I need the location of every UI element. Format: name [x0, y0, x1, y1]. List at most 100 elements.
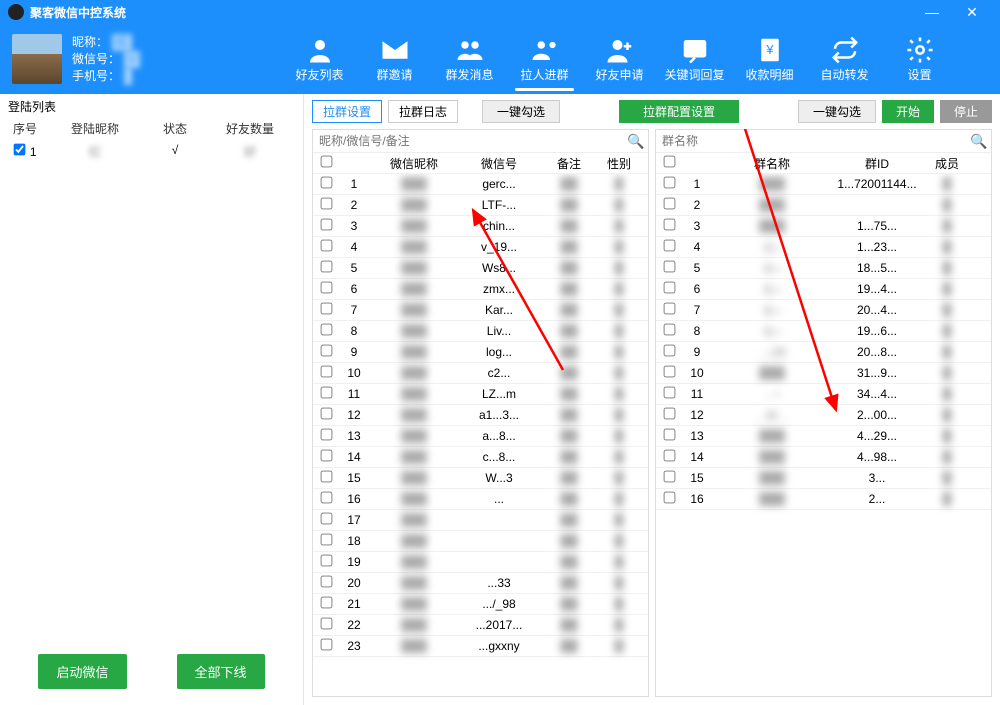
row-checkbox[interactable]	[663, 429, 675, 441]
row-checkbox[interactable]	[320, 639, 332, 651]
table-row[interactable]: 12...鲜...2...00...█	[656, 405, 991, 426]
row-checkbox[interactable]	[320, 408, 332, 420]
table-row[interactable]: 22███...2017...███	[313, 615, 648, 636]
row-checkbox[interactable]	[320, 261, 332, 273]
row-checkbox[interactable]	[663, 492, 675, 504]
table-row[interactable]: 9...1群20...8...█	[656, 342, 991, 363]
tab-group-config[interactable]: 拉群设置	[312, 100, 382, 123]
table-row[interactable]: 8名>19...6...█	[656, 321, 991, 342]
row-checkbox[interactable]	[663, 303, 675, 315]
table-row[interactable]: 10███31...9...█	[656, 363, 991, 384]
row-checkbox[interactable]	[320, 534, 332, 546]
table-row[interactable]: 15███W...3███	[313, 468, 648, 489]
row-checkbox[interactable]	[663, 387, 675, 399]
table-row[interactable]: 16███2...█	[656, 489, 991, 510]
table-row[interactable]: 21███.../_98███	[313, 594, 648, 615]
check-all-right-button[interactable]: 一键勾选	[798, 100, 876, 123]
row-checkbox[interactable]	[663, 471, 675, 483]
row-checkbox[interactable]	[320, 492, 332, 504]
check-all-left-button[interactable]: 一键勾选	[482, 100, 560, 123]
table-row[interactable]: 1███1...72001144...█	[656, 174, 991, 195]
nav-settings[interactable]: 设置	[882, 30, 957, 89]
nav-mass-message[interactable]: 群发消息	[432, 30, 507, 89]
groups-select-all[interactable]	[663, 156, 675, 168]
table-row[interactable]: 14███4...98...█	[656, 447, 991, 468]
table-row[interactable]: 13███a...8...███	[313, 426, 648, 447]
table-row[interactable]: 14███c...8...███	[313, 447, 648, 468]
table-row[interactable]: 8███Liv...███	[313, 321, 648, 342]
row-checkbox[interactable]	[320, 513, 332, 525]
table-row[interactable]: 18██████	[313, 531, 648, 552]
row-checkbox[interactable]	[320, 618, 332, 630]
group-config-settings-button[interactable]: 拉群配置设置	[619, 100, 739, 123]
nav-group-invite[interactable]: 群邀请	[357, 30, 432, 89]
table-row[interactable]: 7名>20...4...█	[656, 300, 991, 321]
table-row[interactable]: 4名>1...23...█	[656, 237, 991, 258]
friends-search-input[interactable]	[313, 130, 624, 152]
row-checkbox[interactable]	[320, 429, 332, 441]
table-row[interactable]: 6名>19...4...█	[656, 279, 991, 300]
row-checkbox[interactable]	[320, 555, 332, 567]
all-offline-button[interactable]: 全部下线	[177, 654, 265, 689]
row-checkbox[interactable]	[663, 366, 675, 378]
table-row[interactable]: 4███v_19...███	[313, 237, 648, 258]
row-checkbox[interactable]	[320, 219, 332, 231]
start-button[interactable]: 开始	[882, 100, 934, 123]
table-row[interactable]: 10███c2...███	[313, 363, 648, 384]
nav-payment-detail[interactable]: ¥收款明细	[732, 30, 807, 89]
table-row[interactable]: 17██████	[313, 510, 648, 531]
nav-friend-request[interactable]: 好友申请	[582, 30, 657, 89]
table-row[interactable]: 13███4...29...█	[656, 426, 991, 447]
row-checkbox[interactable]	[320, 471, 332, 483]
table-row[interactable]: 3███1...75...█	[656, 216, 991, 237]
search-icon[interactable]: 🔍	[967, 133, 991, 150]
table-row[interactable]: 11███LZ...m███	[313, 384, 648, 405]
row-checkbox[interactable]	[320, 198, 332, 210]
groups-search-input[interactable]	[656, 130, 967, 152]
table-row[interactable]: 7███Kar...███	[313, 300, 648, 321]
row-checkbox[interactable]	[320, 450, 332, 462]
table-row[interactable]: 16███...███	[313, 489, 648, 510]
row-checkbox[interactable]	[320, 303, 332, 315]
row-checkbox[interactable]	[663, 345, 675, 357]
table-row[interactable]: 5名>18...5...█	[656, 258, 991, 279]
table-row[interactable]: 3███chin...███	[313, 216, 648, 237]
login-row[interactable]: 1 红 √ 好	[0, 140, 303, 163]
table-row[interactable]: 2████	[656, 195, 991, 216]
row-checkbox[interactable]	[320, 177, 332, 189]
row-checkbox[interactable]	[663, 177, 675, 189]
table-row[interactable]: 6███zmx...███	[313, 279, 648, 300]
start-wechat-button[interactable]: 启动微信	[38, 654, 126, 689]
minimize-button[interactable]: —	[912, 4, 952, 20]
table-row[interactable]: 5███Ws8...███	[313, 258, 648, 279]
table-row[interactable]: 20███...33███	[313, 573, 648, 594]
close-button[interactable]: ✕	[952, 4, 992, 21]
row-checkbox[interactable]	[320, 345, 332, 357]
row-checkbox[interactable]	[663, 240, 675, 252]
login-row-checkbox[interactable]	[14, 144, 26, 156]
search-icon[interactable]: 🔍	[624, 133, 648, 150]
nav-auto-forward[interactable]: 自动转发	[807, 30, 882, 89]
table-row[interactable]: 1███gerc...███	[313, 174, 648, 195]
row-checkbox[interactable]	[320, 366, 332, 378]
table-row[interactable]: 2███LTF-...███	[313, 195, 648, 216]
friends-select-all[interactable]	[320, 156, 332, 168]
tab-group-log[interactable]: 拉群日志	[388, 100, 458, 123]
row-checkbox[interactable]	[320, 597, 332, 609]
row-checkbox[interactable]	[320, 387, 332, 399]
row-checkbox[interactable]	[320, 324, 332, 336]
row-checkbox[interactable]	[663, 324, 675, 336]
stop-button[interactable]: 停止	[940, 100, 992, 123]
row-checkbox[interactable]	[320, 576, 332, 588]
table-row[interactable]: 19██████	[313, 552, 648, 573]
nav-keyword-reply[interactable]: 关键词回复	[657, 30, 732, 89]
row-checkbox[interactable]	[663, 282, 675, 294]
table-row[interactable]: 9███log...███	[313, 342, 648, 363]
nav-friends-list[interactable]: 好友列表	[282, 30, 357, 89]
row-checkbox[interactable]	[320, 282, 332, 294]
table-row[interactable]: 23███...gxxny███	[313, 636, 648, 657]
row-checkbox[interactable]	[663, 408, 675, 420]
row-checkbox[interactable]	[663, 219, 675, 231]
row-checkbox[interactable]	[663, 261, 675, 273]
row-checkbox[interactable]	[663, 198, 675, 210]
